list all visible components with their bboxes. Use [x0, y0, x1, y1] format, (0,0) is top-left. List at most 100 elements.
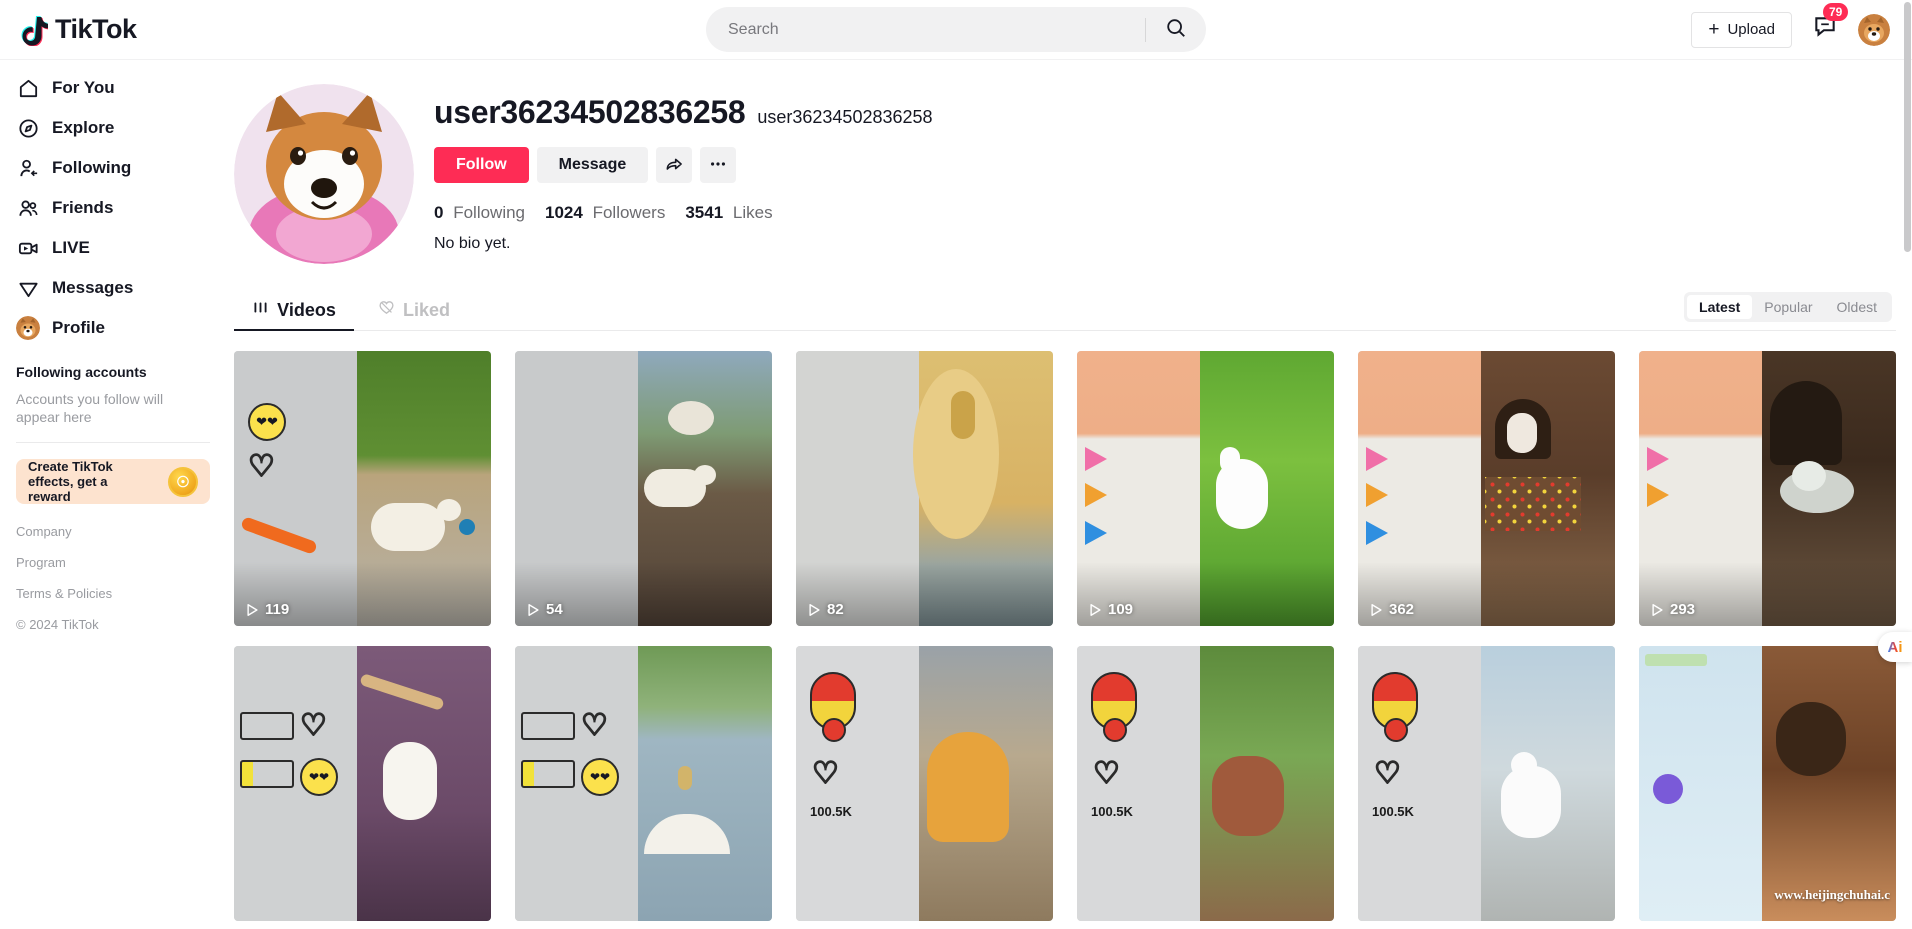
copyright-text: © 2024 TikTok [16, 617, 99, 632]
footer-link-program[interactable]: Program [16, 555, 210, 570]
video-card[interactable]: 362 [1358, 351, 1615, 626]
header-actions: + Upload 79 [1691, 3, 1890, 48]
search-button[interactable] [1146, 7, 1206, 52]
video-card[interactable]: ♡ ❤❤ [515, 646, 772, 921]
content-tabs: Videos Liked Latest Popular Oldest [234, 290, 1896, 331]
plus-icon: + [1708, 19, 1720, 40]
following-count: 0 [434, 203, 444, 222]
profile-bio: No bio yet. [434, 235, 511, 252]
stat-likes[interactable]: 3541 Likes [685, 203, 772, 223]
upload-label: Upload [1727, 21, 1775, 38]
promo-text: Create TikTok effects, get a reward [28, 459, 113, 504]
sidebar-item-explore[interactable]: Explore [8, 108, 218, 148]
avatar[interactable] [1858, 13, 1890, 46]
page-body: For You Explore Following Friends LIVE M… [0, 60, 1912, 929]
profile-stats: 0 Following 1024 Followers 3541 Likes [434, 203, 1896, 223]
tab-label: Videos [277, 299, 336, 320]
video-view-count: 362 [1389, 601, 1415, 618]
video-view-count-wrap: 362 [1370, 601, 1414, 618]
tiktok-logo[interactable]: TikTok [18, 14, 248, 47]
search-input[interactable] [706, 20, 1145, 39]
sidebar-label: LIVE [52, 238, 90, 257]
video-view-count: 119 [265, 601, 290, 618]
video-thumbnail: 109 [1077, 351, 1334, 626]
profile-name-row: user36234502836258 user36234502836258 [434, 94, 1896, 131]
sort-latest[interactable]: Latest [1687, 295, 1753, 319]
following-label: Following [453, 203, 526, 222]
video-card[interactable]: 293 [1639, 351, 1896, 626]
video-card[interactable]: www.heijingchuhai.c [1639, 646, 1896, 921]
video-view-count: 82 [827, 601, 844, 618]
video-card[interactable]: ♡ 100.5K [1358, 646, 1615, 921]
video-card[interactable]: ♡ 100.5K [1077, 646, 1334, 921]
video-thumbnail: www.heijingchuhai.c [1639, 646, 1896, 921]
video-thumbnail: ♡ ❤❤ [515, 646, 772, 921]
message-icon [1812, 17, 1838, 44]
video-thumbnail: 362 [1358, 351, 1615, 626]
compass-icon [16, 116, 40, 140]
video-view-count-wrap: 119 [246, 601, 289, 618]
followers-count: 1024 [545, 203, 583, 222]
video-grid-row-1: ❤❤ ♡ 119 54 82 109 362 293 [234, 351, 1896, 626]
sort-oldest[interactable]: Oldest [1825, 295, 1889, 319]
sidebar-item-profile[interactable]: Profile [8, 308, 218, 348]
create-effects-promo[interactable]: Create TikTok effects, get a reward ☉ [16, 459, 210, 504]
top-header: TikTok + Upload [0, 0, 1912, 60]
tab-videos[interactable]: Videos [234, 290, 354, 331]
video-view-count-wrap: 293 [1651, 601, 1695, 618]
grid-bars-icon [252, 299, 269, 321]
page-title: user36234502836258 [434, 94, 746, 130]
send-paperplane-icon [16, 276, 40, 300]
upload-button[interactable]: + Upload [1691, 11, 1792, 48]
messages-badge: 79 [1823, 3, 1849, 21]
video-card[interactable]: ❤❤ ♡ 119 [234, 351, 491, 626]
sidebar-item-following[interactable]: Following [8, 148, 218, 188]
search-bar[interactable] [706, 7, 1206, 52]
sidebar-label: For You [52, 78, 115, 97]
message-button[interactable]: Message [536, 147, 649, 183]
sort-options: Latest Popular Oldest [1684, 292, 1892, 322]
video-card[interactable]: 82 [796, 351, 1053, 626]
more-options-button[interactable] [700, 147, 737, 183]
profile-info: user36234502836258 user36234502836258 Fo… [434, 84, 1896, 264]
main-content: user36234502836258 user36234502836258 Fo… [218, 60, 1912, 929]
video-thumbnail: ♡ 100.5K [1358, 646, 1615, 921]
play-icon [809, 603, 820, 616]
follow-button[interactable]: Follow [434, 147, 529, 183]
video-thumbnail: ♡ 100.5K [796, 646, 1053, 921]
video-card[interactable]: 109 [1077, 351, 1334, 626]
sidebar: For You Explore Following Friends LIVE M… [0, 60, 218, 929]
footer-link-terms[interactable]: Terms & Policies [16, 586, 210, 601]
sidebar-item-live[interactable]: LIVE [8, 228, 218, 268]
share-button[interactable] [656, 147, 693, 183]
messages-button[interactable]: 79 [1810, 3, 1849, 47]
sidebar-item-messages[interactable]: Messages [8, 268, 218, 308]
profile-nickname: user36234502836258 [757, 107, 933, 127]
profile-avatar-icon [16, 316, 40, 340]
sidebar-divider [16, 442, 210, 443]
sidebar-label: Explore [52, 118, 115, 137]
stat-following[interactable]: 0 Following [434, 203, 525, 223]
page-scrollbar[interactable] [1904, 0, 1912, 929]
video-card[interactable]: ♡ ❤❤ [234, 646, 491, 921]
stat-followers[interactable]: 1024 Followers [545, 203, 665, 223]
profile-header: user36234502836258 user36234502836258 Fo… [234, 84, 1896, 264]
tiktok-logo-text: TikTok [55, 14, 137, 44]
sidebar-item-friends[interactable]: Friends [8, 188, 218, 228]
footer-link-company[interactable]: Company [16, 524, 210, 539]
scrollbar-thumb[interactable] [1904, 2, 1911, 252]
video-thumbnail: 54 [515, 351, 772, 626]
likes-label: Likes [732, 203, 773, 222]
video-grid-row-2: ♡ ❤❤ ♡ ❤❤ ♡ 100.5K ♡ 100.5K ♡ 100.5K www… [234, 646, 1896, 921]
play-icon [1371, 603, 1382, 616]
sort-popular[interactable]: Popular [1752, 295, 1824, 319]
profile-large-avatar[interactable] [234, 84, 414, 264]
tiktok-note-icon [18, 14, 50, 47]
sidebar-label: Following [52, 158, 132, 177]
thumbnail-overlay-label: 100.5K [1091, 804, 1133, 819]
sidebar-item-for-you[interactable]: For You [8, 68, 218, 108]
video-card[interactable]: 54 [515, 351, 772, 626]
following-accounts-block: Following accounts Accounts you follow w… [8, 348, 218, 426]
video-card[interactable]: ♡ 100.5K [796, 646, 1053, 921]
tab-liked[interactable]: Liked [354, 290, 474, 330]
